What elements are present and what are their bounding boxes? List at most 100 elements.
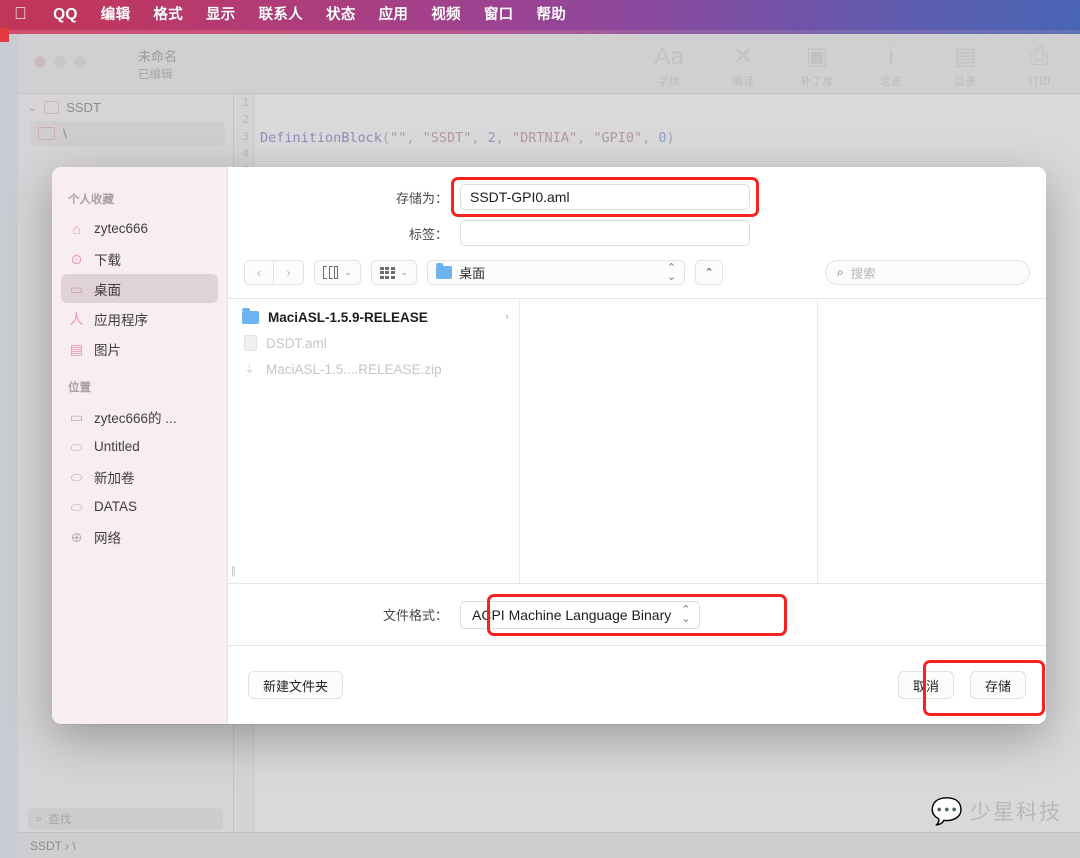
menu-item-status[interactable]: 状态 [326,0,356,30]
save-as-row: 存储为： [228,177,1046,217]
toolbar-label-patch-library: 补丁库 [800,76,834,88]
file-name: MaciASL-1.5.9-RELEASE [268,309,428,325]
path-popup-button[interactable]: 桌面 ⌃ ⌄ [427,260,686,285]
toolbar-label-outline: 目录 [954,76,976,88]
desktop-edge-accent [0,28,9,42]
stepper-icon: ⌃ ⌄ [666,261,677,283]
sidebar-label-computer: zytec666的 ... [94,410,177,426]
column-view-button[interactable]: ⌄ [314,260,361,285]
patch-library-icon: ▣ [805,43,829,70]
browser-toolbar: ‹ › ⌄ ⌄ 桌面 ⌃ ⌄ ⌃ ⌕ 搜索 [228,246,1046,298]
watermark-text: 少星科技 [970,801,1062,824]
downloads-icon: ⊙ [70,250,83,267]
sidebar-section-favorites: 个人收藏 [68,194,114,206]
save-dialog: 个人收藏 ⌂ zytec666 ⊙ 下载 ▭ 桌面 人 应用程序 ▤ 图片 位置 [52,167,1046,724]
forward-button[interactable]: › [274,260,304,285]
toolbar-item-patch-library[interactable]: ▣ 补丁库 [786,42,848,89]
toolbar-label-info: 信息 [880,76,902,88]
sidebar-item-newvolume[interactable]: ⬭ 新加卷 [61,462,218,491]
save-as-label: 存储为： [395,190,448,206]
menu-item-help[interactable]: 帮助 [536,0,566,30]
menu-item-apps[interactable]: 应用 [379,0,409,30]
zoom-button[interactable] [74,56,86,68]
sidebar-item-network[interactable]: ⊕ 网络 [61,522,218,551]
menu-bar-underline [0,30,1080,34]
list-item[interactable]: DSDT.aml [228,330,519,356]
menu-item-video[interactable]: 视频 [431,0,461,30]
new-folder-button[interactable]: 新建文件夹 [248,671,344,699]
network-icon: ⊕ [70,528,83,545]
reveal-up-button[interactable]: ⌃ [695,260,724,285]
sidebar-label-datas: DATAS [94,499,138,514]
chevron-right-icon: › [505,311,509,323]
grid-view-icon [379,266,395,279]
search-field[interactable]: ⌕ 搜索 [825,260,1030,285]
file-format-label: 文件格式： [382,608,448,623]
file-column-1: MaciASL-1.5.9-RELEASE › DSDT.aml ⇣ MaciA… [228,299,520,583]
outline-icon: ▤ [953,43,977,70]
list-item[interactable]: ⇣ MaciASL-1.5....RELEASE.zip [228,356,519,382]
disk-icon: ⬭ [70,438,83,455]
menu-item-window[interactable]: 窗口 [484,0,514,30]
search-icon: ⌕ [837,265,844,279]
file-name: MaciASL-1.5....RELEASE.zip [266,361,442,377]
toolbar-item-outline[interactable]: ▤ 目录 [934,42,996,89]
column-resize-handle[interactable]: || [231,565,236,577]
toolbar-item-compile[interactable]: ✕ 编译 [712,42,774,89]
minimize-button[interactable] [54,56,66,68]
menu-item-contacts[interactable]: 联系人 [259,0,303,30]
document-icon [244,335,257,351]
menu-item-edit[interactable]: 编辑 [101,0,131,30]
tags-row: 标签： [228,220,1046,246]
file-format-value: ACPI Machine Language Binary [472,606,672,623]
document-edited-status: 已编辑 [138,69,173,81]
menu-item-view[interactable]: 显示 [206,0,236,30]
tree-label-root-path: \ [63,126,67,141]
tags-input[interactable] [460,220,750,246]
dialog-buttons: 新建文件夹 取消 存储 [228,646,1046,724]
print-icon: ⎙ [1029,43,1049,70]
home-icon: ⌂ [72,220,81,237]
disk-icon: ⬭ [70,498,83,515]
status-path: SSDT › \ [30,838,76,853]
apple-logo-icon[interactable]:  [14,0,27,29]
sidebar-item-downloads[interactable]: ⊙ 下载 [61,244,218,273]
line-number: 3 [242,130,249,143]
sidebar-item-datas[interactable]: ⬭ DATAS [61,492,218,521]
window-titlebar: 未命名 已编辑 Aa 字体 ✕ 编译 ▣ 补丁库 i 信息 ▤ 目录 ⎙ 打印 [18,34,1080,94]
menu-item-qq[interactable]: QQ [53,0,78,30]
back-button[interactable]: ‹ [244,260,274,285]
screen: 未命名 已编辑 Aa 字体 ✕ 编译 ▣ 补丁库 i 信息 ▤ 目录 ⎙ 打印 … [0,0,1080,858]
close-button[interactable] [34,56,46,68]
app-toolbar: Aa 字体 ✕ 编译 ▣ 补丁库 i 信息 ▤ 目录 ⎙ 打印 [638,42,1070,89]
file-format-select[interactable]: ACPI Machine Language Binary ⌃ ⌄ [460,600,701,629]
search-placeholder: 搜索 [850,267,876,281]
sidebar-item-desktop[interactable]: ▭ 桌面 [61,274,218,303]
save-dialog-main: 存储为： 标签： ‹ › ⌄ [228,167,1046,724]
line-number: 4 [242,147,249,160]
app-search-field[interactable]: ⌕ 查找 [28,808,223,830]
menu-item-format[interactable]: 格式 [153,0,183,30]
sidebar-item-zytec666[interactable]: ⌂ zytec666 [61,214,218,243]
path-popup-label: 桌面 [459,266,486,281]
sidebar-label-untitled: Untitled [94,439,140,454]
sidebar-item-pictures[interactable]: ▤ 图片 [61,334,218,363]
save-as-input[interactable] [460,184,750,210]
column-view-icon [323,266,338,279]
tree-item-root-path[interactable]: \ [30,121,225,146]
macos-menu-bar:  QQ 编辑 格式 显示 联系人 状态 应用 视频 窗口 帮助 [0,0,1080,30]
chevron-down-icon[interactable]: ⌄ [28,101,37,114]
sidebar-item-untitled[interactable]: ⬭ Untitled [61,432,218,461]
icon-view-button[interactable]: ⌄ [370,260,418,285]
save-button[interactable]: 存储 [969,671,1026,699]
list-item[interactable]: MaciASL-1.5.9-RELEASE › [228,304,519,330]
toolbar-item-print[interactable]: ⎙ 打印 [1008,42,1070,89]
sidebar-item-computer[interactable]: ▭ zytec666的 ... [61,402,218,431]
cancel-button[interactable]: 取消 [897,671,954,699]
sidebar-item-applications[interactable]: 人 应用程序 [61,304,218,333]
sidebar-label-applications: 应用程序 [94,312,148,328]
toolbar-item-info[interactable]: i 信息 [860,42,922,89]
toolbar-item-font[interactable]: Aa 字体 [638,42,700,89]
window-controls[interactable] [34,56,86,68]
tree-item-ssdt[interactable]: ⌄ SSDT [18,94,233,117]
